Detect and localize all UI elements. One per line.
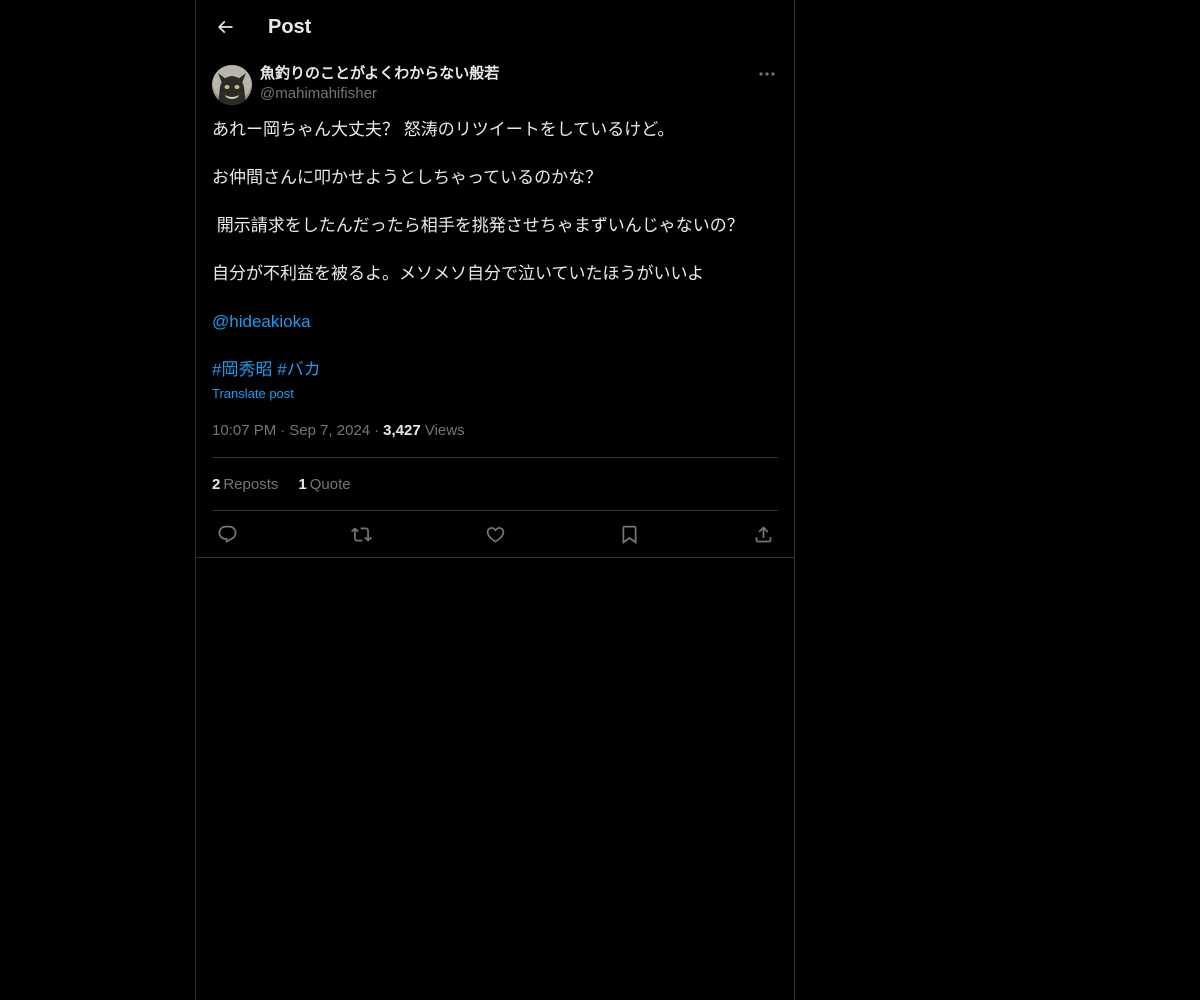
bookmark-button[interactable] (618, 524, 640, 546)
reposts-count: 2 (212, 475, 221, 493)
back-button[interactable] (208, 10, 242, 44)
repost-button[interactable] (350, 524, 372, 546)
hashtags-paragraph: #岡秀昭 #バカ (212, 358, 778, 382)
mention-link[interactable]: @hideakioka (212, 312, 311, 331)
quotes-stat[interactable]: 1 Quote (298, 476, 350, 493)
repost-icon (350, 527, 372, 542)
post: 魚釣りのことがよくわからない般若 @mahimahifisher あれー岡ちゃん… (196, 64, 794, 558)
meta-separator: · (280, 422, 286, 439)
like-button[interactable] (484, 524, 506, 546)
post-paragraph: 自分が不利益を被るよ。メソメソ自分で泣いていたほうがいいよ (212, 264, 705, 283)
more-options-button[interactable] (756, 64, 778, 84)
post-paragraph: あれー岡ちゃん大丈夫？ 怒涛のリツイートをしているけど。 (212, 120, 675, 139)
post-actions (212, 511, 778, 558)
post-detail-column: Post 魚釣りのことがよくわからない般若 @mahimahifisher あれ… (195, 0, 795, 1000)
post-text: あれー岡ちゃん大丈夫？ 怒涛のリツイートをしているけど。 お仲間さんに叩かせよう… (212, 118, 778, 382)
like-icon (486, 527, 504, 543)
share-button[interactable] (752, 524, 774, 546)
meta-separator: · (374, 422, 380, 439)
page-title: Post (268, 16, 312, 38)
reposts-stat[interactable]: 2 Reposts (212, 476, 278, 493)
quotes-count: 1 (298, 475, 307, 493)
post-paragraph: 開示請求をしたんだったら相手を挑発させちゃまずいんじゃないの？ (212, 216, 744, 235)
post-paragraph: お仲間さんに叩かせようとしちゃっているのかな？ (212, 168, 603, 187)
engagement-stats: 2 Reposts 1 Quote (212, 458, 778, 511)
reply-button[interactable] (216, 524, 238, 546)
reply-icon (218, 525, 236, 543)
quotes-label: Quote (309, 475, 351, 493)
author-names: 魚釣りのことがよくわからない般若 @mahimahifisher (260, 64, 499, 104)
post-bottom-divider (196, 557, 794, 558)
avatar-image (212, 65, 252, 105)
page-header: Post (196, 0, 794, 54)
more-horizontal-icon (759, 72, 775, 76)
hashtag-link[interactable]: #岡秀昭 (212, 360, 272, 379)
mention-paragraph: @hideakioka (212, 310, 778, 334)
views-count: 3,427 (383, 422, 421, 439)
views-label: Views (424, 422, 465, 439)
reposts-label: Reposts (223, 475, 279, 493)
post-meta: 10:07 PM · Sep 7, 2024 · 3,427 Views (212, 421, 778, 458)
post-time[interactable]: 10:07 PM (212, 422, 276, 439)
author-row: 魚釣りのことがよくわからない般若 @mahimahifisher (212, 64, 778, 120)
post-date[interactable]: Sep 7, 2024 (289, 422, 370, 439)
hashtag-link[interactable]: #バカ (277, 360, 320, 379)
bookmark-icon (622, 525, 636, 545)
arrow-left-icon (217, 20, 233, 34)
translate-post-link[interactable]: Translate post (212, 386, 294, 402)
share-icon (755, 526, 771, 543)
author-handle[interactable]: @mahimahifisher (260, 84, 499, 104)
author-display-name[interactable]: 魚釣りのことがよくわからない般若 (260, 64, 499, 84)
avatar[interactable] (212, 65, 252, 105)
